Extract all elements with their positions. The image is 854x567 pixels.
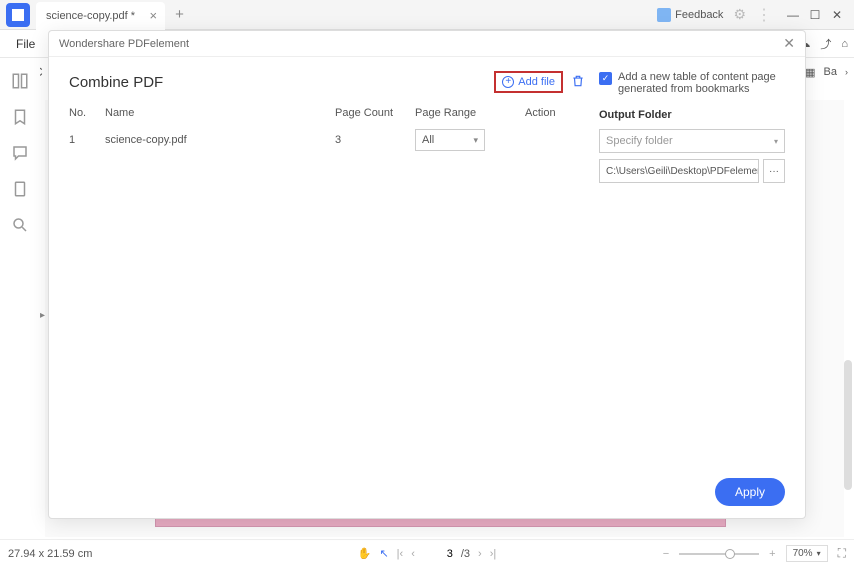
attachment-icon[interactable] (11, 180, 29, 198)
expand-panel-icon[interactable]: ▸ (40, 310, 45, 321)
page-dimensions: 27.94 x 21.59 cm (8, 548, 92, 560)
zoom-slider[interactable] (679, 553, 759, 555)
scrollbar-thumb[interactable] (844, 360, 852, 490)
toc-checkbox-row[interactable]: ✓ Add a new table of content page genera… (599, 71, 785, 95)
trash-icon[interactable] (571, 74, 585, 91)
zoom-dropdown[interactable]: 70% ▾ (786, 545, 828, 562)
cell-name: science-copy.pdf (105, 134, 335, 146)
search-icon[interactable] (11, 216, 29, 234)
tab-label: science-copy.pdf * (46, 10, 135, 22)
specify-folder-dropdown[interactable]: Specify folder ▾ (599, 129, 785, 153)
feedback-label: Feedback (675, 9, 723, 21)
page-range-dropdown[interactable]: All ▾ (415, 129, 485, 151)
feedback-button[interactable]: Feedback (657, 8, 723, 22)
toc-checkbox-label: Add a new table of content page generate… (618, 71, 785, 95)
close-window-button[interactable]: ✕ (826, 4, 848, 26)
col-name: Name (105, 107, 335, 119)
col-page-count: Page Count (335, 107, 415, 119)
left-side-toolbar (0, 58, 40, 234)
col-action: Action (525, 107, 585, 119)
prev-page-icon[interactable]: ‹ (411, 548, 415, 560)
chevron-down-icon: ▾ (473, 135, 478, 146)
pointer-tool-icon[interactable]: ↖ (379, 547, 388, 560)
zoom-value: 70% (793, 548, 813, 559)
cell-no: 1 (69, 134, 105, 146)
output-path-value: C:\Users\Geili\Desktop\PDFelement\Co (606, 166, 759, 177)
cloud-up-toolbar-icon[interactable]: ⤴ (820, 36, 831, 52)
specify-folder-placeholder: Specify folder (606, 135, 673, 147)
combine-heading: Combine PDF (69, 74, 163, 91)
output-path-field[interactable]: C:\Users\Geili\Desktop\PDFelement\Co (599, 159, 759, 183)
thumbnails-icon[interactable] (11, 72, 29, 90)
comment-icon[interactable] (11, 144, 29, 162)
menu-file[interactable]: File (6, 37, 45, 51)
apply-button[interactable]: Apply (715, 478, 785, 506)
titlebar: science-copy.pdf * × + Feedback ⚙ ⋮ — ☐ … (0, 0, 854, 30)
statusbar: 27.94 x 21.59 cm ✋ ↖ |‹ ‹ /3 › ›| − + 70… (0, 539, 854, 567)
badge-right[interactable]: Ba (824, 66, 837, 78)
fit-page-icon[interactable]: ⛶ (838, 546, 846, 561)
feedback-icon (657, 8, 671, 22)
toc-checkbox[interactable]: ✓ (599, 72, 612, 85)
col-page-range: Page Range (415, 107, 525, 119)
next-page-icon[interactable]: › (478, 548, 482, 560)
grid-tool-icon[interactable]: ▦ (805, 66, 815, 79)
page-range-value: All (422, 134, 434, 146)
dialog-title: Wondershare PDFelement (59, 38, 189, 50)
maximize-button[interactable]: ☐ (804, 4, 826, 26)
chevron-right-icon[interactable]: › (845, 67, 848, 77)
home-toolbar-icon[interactable]: ⌂ (841, 38, 848, 50)
close-tab-icon[interactable]: × (149, 8, 157, 23)
chevron-down-icon: ▾ (817, 549, 821, 558)
combine-pdf-dialog: Wondershare PDFelement ✕ Combine PDF + A… (48, 30, 806, 519)
document-tab[interactable]: science-copy.pdf * × (36, 2, 165, 30)
plus-circle-icon: + (502, 76, 514, 88)
output-folder-label: Output Folder (599, 109, 785, 121)
bookmark-icon[interactable] (11, 108, 29, 126)
cell-page-count: 3 (335, 134, 415, 146)
col-no: No. (69, 107, 105, 119)
minimize-button[interactable]: — (782, 4, 804, 26)
chevron-down-icon: ▾ (774, 137, 778, 146)
app-logo-icon (6, 3, 30, 27)
add-tab-button[interactable]: + (175, 6, 184, 23)
file-table-header: No. Name Page Count Page Range Action (69, 107, 585, 119)
browse-button[interactable]: ··· (763, 159, 785, 183)
gear-icon[interactable]: ⚙ (733, 6, 746, 23)
dialog-header: Wondershare PDFelement ✕ (49, 31, 805, 57)
page-number-input[interactable] (423, 548, 453, 560)
add-file-button[interactable]: + Add file (494, 71, 563, 93)
hand-tool-icon[interactable]: ✋ (358, 547, 372, 560)
first-page-icon[interactable]: |‹ (397, 548, 404, 560)
page-total: /3 (461, 548, 470, 560)
table-row[interactable]: 1 science-copy.pdf 3 All ▾ (69, 129, 585, 151)
zoom-in-icon[interactable]: + (769, 548, 775, 560)
add-file-label: Add file (518, 76, 555, 88)
zoom-out-icon[interactable]: − (663, 548, 669, 560)
last-page-icon[interactable]: ›| (490, 548, 497, 560)
close-dialog-icon[interactable]: ✕ (783, 35, 795, 52)
